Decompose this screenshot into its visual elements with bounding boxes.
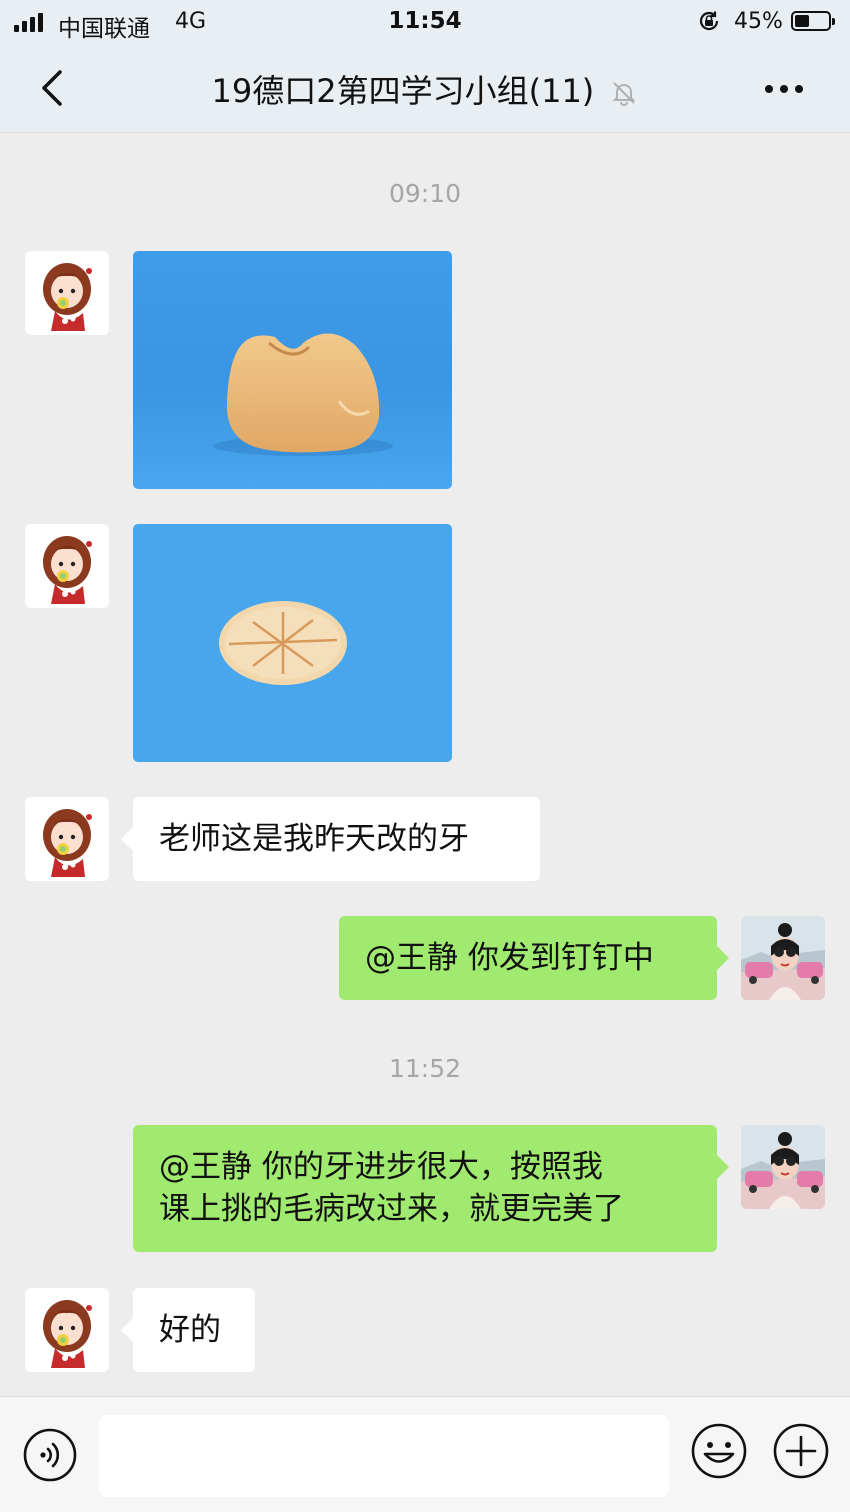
battery-icon [791,11,835,31]
status-bar: 中国联通 4G 11:54 45% [0,0,850,44]
message-bubble[interactable]: 好的 [121,1288,255,1372]
voice-input-icon[interactable] [23,1428,77,1482]
battery-percent: 45% [734,9,783,34]
rotation-lock-icon [699,11,719,31]
avatar[interactable] [25,251,109,335]
message-text: 老师这是我昨天改的牙 [159,821,469,857]
input-bar [0,1396,850,1512]
back-arrow-icon[interactable] [34,66,74,110]
timestamp: 09:10 [388,179,462,208]
plus-icon[interactable] [773,1423,829,1479]
timestamp: 11:52 [388,1054,462,1083]
avatar[interactable] [25,1288,109,1372]
message-bubble[interactable]: 老师这是我昨天改的牙 [121,797,540,881]
message-text: @王静 你发到钉钉中 [365,940,654,976]
message-text: 课上挑的毛病改过来，就更完美了 [159,1191,624,1227]
message-text: 好的 [159,1312,221,1348]
more-options-icon[interactable] [764,84,804,94]
chat-title: 19德口2第四学习小组(11) [150,66,700,112]
clock: 11:54 [388,8,462,34]
chat-title-text: 19德口2第四学习小组(11) [211,72,595,110]
avatar[interactable] [741,916,825,1000]
mute-bell-icon [613,82,636,106]
message-bubble[interactable]: @王静 你的牙进步很大，按照我 课上挑的毛病改过来，就更完美了 [133,1125,729,1252]
emoji-icon[interactable] [691,1423,747,1479]
message-bubble[interactable]: @王静 你发到钉钉中 [339,916,729,1000]
avatar[interactable] [25,797,109,881]
photo-message[interactable] [133,251,452,489]
avatar[interactable] [25,524,109,608]
avatar[interactable] [741,1125,825,1209]
chat-header: 19德口2第四学习小组(11) [0,44,850,133]
message-input[interactable] [99,1415,669,1497]
photo-message[interactable] [133,524,452,762]
message-text: @王静 你的牙进步很大，按照我 [159,1149,603,1185]
